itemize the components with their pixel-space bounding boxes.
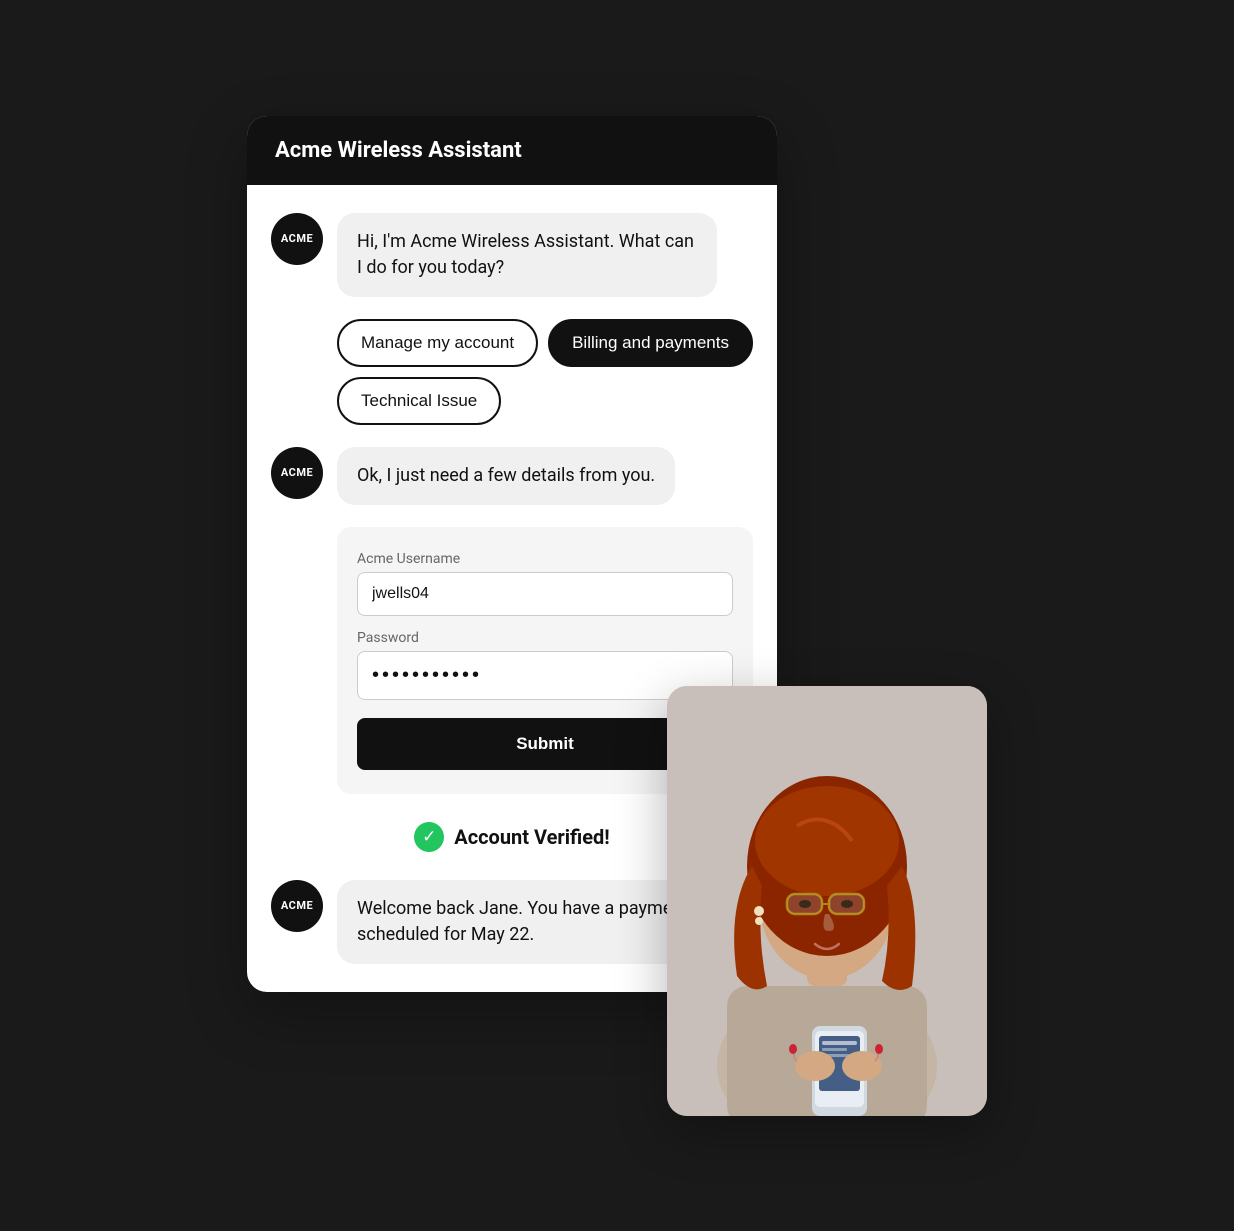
- username-field-group: Acme Username: [357, 551, 733, 616]
- greeting-message-row: ACME Hi, I'm Acme Wireless Assistant. Wh…: [271, 213, 753, 297]
- check-icon: ✓: [414, 822, 444, 852]
- welcome-bubble: Welcome back Jane. You have a payment sc…: [337, 880, 717, 964]
- scene: Acme Wireless Assistant ACME Hi, I'm Acm…: [247, 116, 987, 1116]
- photo-overlay: [667, 686, 987, 1116]
- billing-payments-button[interactable]: Billing and payments: [548, 319, 753, 367]
- avatar-3: ACME: [271, 880, 323, 932]
- password-label: Password: [357, 630, 733, 646]
- username-label: Acme Username: [357, 551, 733, 567]
- person-photo: [667, 686, 987, 1116]
- technical-issue-button[interactable]: Technical Issue: [337, 377, 501, 425]
- verified-text: Account Verified!: [454, 825, 609, 849]
- avatar: ACME: [271, 213, 323, 265]
- chat-header: Acme Wireless Assistant: [247, 116, 777, 185]
- details-bubble: Ok, I just need a few details from you.: [337, 447, 675, 505]
- quick-replies: Manage my account Billing and payments T…: [271, 319, 753, 425]
- username-input[interactable]: [357, 572, 733, 616]
- manage-account-button[interactable]: Manage my account: [337, 319, 538, 367]
- app-title: Acme Wireless Assistant: [275, 138, 522, 163]
- details-message-row: ACME Ok, I just need a few details from …: [271, 447, 753, 505]
- greeting-bubble: Hi, I'm Acme Wireless Assistant. What ca…: [337, 213, 717, 297]
- avatar-2: ACME: [271, 447, 323, 499]
